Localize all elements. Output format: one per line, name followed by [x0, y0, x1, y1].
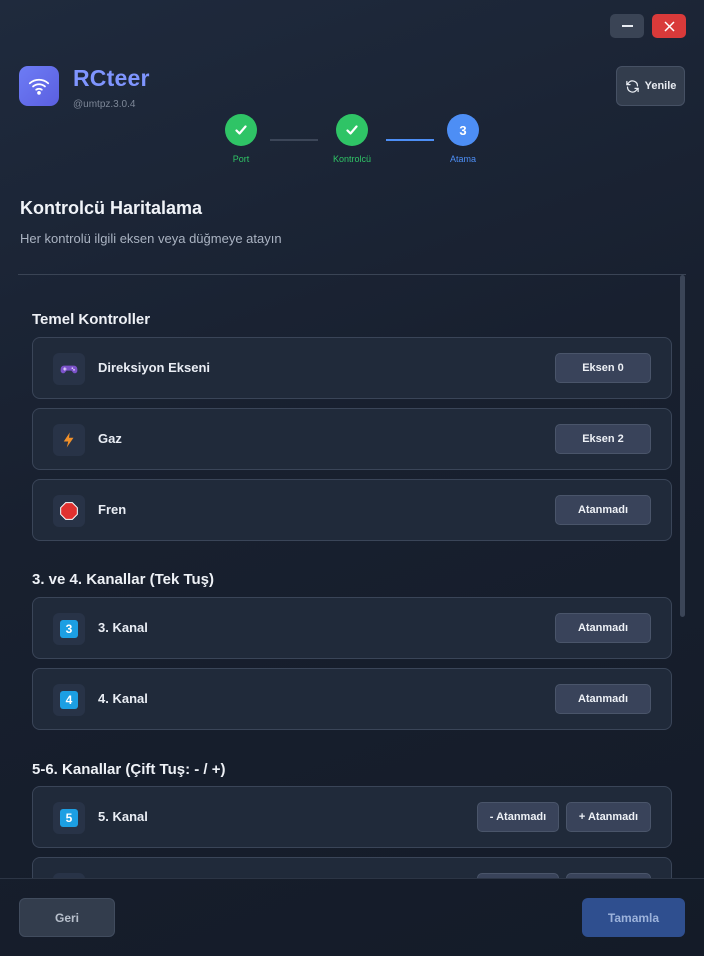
row-label: Direksiyon Ekseni — [98, 360, 210, 375]
step-connector — [270, 139, 318, 141]
row-label: 4. Kanal — [98, 691, 148, 706]
step-label-controller: Kontrolcü — [332, 154, 372, 164]
step-label-mapping: Atama — [449, 154, 476, 164]
stop-sign-icon — [53, 495, 85, 527]
mapping-row-channel-4: 4 4. Kanal Atanmadı — [32, 668, 672, 730]
mapping-row-steering: Direksiyon Ekseni Eksen 0 — [32, 337, 672, 399]
app-logo — [19, 66, 59, 106]
scrollbar[interactable] — [680, 275, 685, 617]
step-port-indicator — [225, 114, 257, 146]
step-number: 3 — [459, 122, 467, 138]
mapping-row-channel-3: 3 3. Kanal Atanmadı — [32, 597, 672, 659]
footer-divider — [0, 878, 704, 879]
assign-channel-5-plus-button[interactable]: + Atanmadı — [566, 802, 651, 832]
check-icon — [235, 125, 247, 135]
finish-button[interactable]: Tamamla — [582, 898, 685, 937]
assign-channel-3-button[interactable]: Atanmadı — [555, 613, 651, 643]
mapping-row-throttle: Gaz Eksen 2 — [32, 408, 672, 470]
page-description: Her kontrolü ilgili eksen veya düğmeye a… — [20, 231, 282, 246]
refresh-icon — [625, 79, 639, 93]
group-title-channels-5-6: 5-6. Kanallar (Çift Tuş: - / +) — [32, 761, 226, 778]
assign-brake-button[interactable]: Atanmadı — [555, 495, 651, 525]
assign-steering-button[interactable]: Eksen 0 — [555, 353, 651, 383]
mapping-list[interactable]: Temel Kontroller Direksiyon Ekseni Eksen… — [18, 275, 686, 878]
step-mapping-indicator: 3 — [447, 114, 479, 146]
step-controller-indicator — [336, 114, 368, 146]
minimize-icon — [621, 25, 633, 27]
lightning-icon — [53, 424, 85, 456]
close-button[interactable] — [652, 14, 686, 38]
row-label: Fren — [98, 502, 127, 517]
mapping-row-channel-5: 5 5. Kanal - Atanmadı + Atanmadı — [32, 786, 672, 848]
refresh-button[interactable]: Yenile — [616, 66, 685, 106]
minimize-button[interactable] — [610, 14, 644, 38]
assign-channel-4-button[interactable]: Atanmadı — [555, 684, 651, 714]
row-label: 5. Kanal — [98, 809, 148, 824]
keycap-4-icon: 4 — [53, 684, 85, 716]
back-button[interactable]: Geri — [19, 898, 115, 937]
wifi-icon — [28, 78, 50, 95]
group-title-channels-3-4: 3. ve 4. Kanallar (Tek Tuş) — [32, 571, 215, 588]
group-title-basic: Temel Kontroller — [32, 311, 151, 328]
close-icon — [663, 20, 675, 32]
keycap-5-icon: 5 — [53, 802, 85, 834]
mapping-row-partial — [32, 857, 672, 878]
mapping-row-brake: Fren Atanmadı — [32, 479, 672, 541]
gamepad-icon — [53, 353, 85, 385]
assign-channel-5-minus-button[interactable]: - Atanmadı — [477, 802, 559, 832]
refresh-label: Yenile — [644, 80, 677, 92]
app-version: @umtpz.3.0.4 — [73, 99, 136, 110]
row-label: Gaz — [98, 431, 122, 446]
row-label: 3. Kanal — [98, 620, 148, 635]
step-label-port: Port — [232, 154, 250, 164]
step-connector — [386, 139, 434, 141]
keycap-3-icon: 3 — [53, 613, 85, 645]
check-icon — [346, 125, 358, 135]
assign-throttle-button[interactable]: Eksen 2 — [555, 424, 651, 454]
app-title: RCteer — [73, 65, 150, 91]
page-title: Kontrolcü Haritalama — [20, 198, 203, 218]
